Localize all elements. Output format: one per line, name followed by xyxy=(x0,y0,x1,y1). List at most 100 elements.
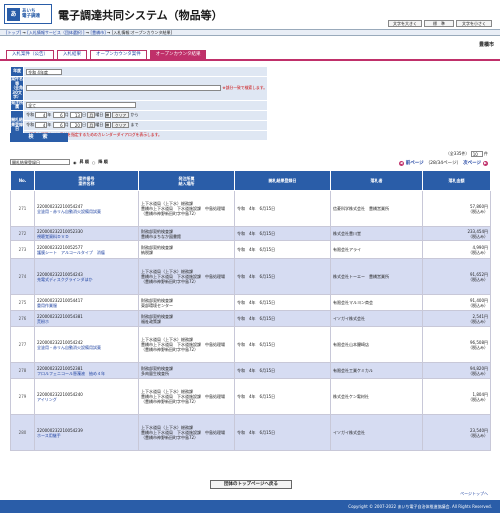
system-title: 電子調達共同システム（物品等） xyxy=(58,9,223,22)
sort-asc-radio[interactable]: ◉ xyxy=(73,160,77,165)
col-item: 案件番号 案件名称 xyxy=(34,170,139,191)
tab-bid-result[interactable]: 入札結果 xyxy=(57,50,87,59)
breadcrumb: [トップ] → [入札情報サービス（団体選択）] → [豊橋市] → [入札情報… xyxy=(0,29,500,36)
name-input[interactable] xyxy=(26,85,222,92)
next-page-link[interactable]: 次ページ xyxy=(463,160,481,166)
dept-select[interactable]: 全て xyxy=(26,102,137,108)
row-name-link[interactable]: アイリング xyxy=(37,397,136,402)
breadcrumb-current: [入札情報:オープンカウンタ結果] xyxy=(111,30,173,35)
row-winner: イソガイ株式会社 xyxy=(330,310,423,327)
row-date: 令和 4年 6月15日 xyxy=(234,258,331,295)
row-tax: （税込み） xyxy=(468,233,488,239)
from-year[interactable]: 4 xyxy=(35,112,48,118)
name-note: ※部分一致で検索します。 xyxy=(222,85,267,91)
table-row: 275 220000232210054417 重用作業服 財務部契約検査課 東部環境セン… xyxy=(10,294,491,311)
row-place: 豊橋市上下水道局 下水道施設課 中島処理場（豊橋市神野新田町字中島72） xyxy=(141,342,225,352)
row-name-link[interactable]: 全塗用・赤リん自動消火設備用試薬 xyxy=(37,345,136,350)
row-tax: （税込み） xyxy=(468,302,488,308)
pager: ◀ 前ページ （28/34ページ） 次ページ ▶ xyxy=(398,160,488,166)
next-page-icon[interactable]: ▶ xyxy=(483,160,488,166)
from-day[interactable]: 13 xyxy=(69,112,82,118)
row-name-link[interactable]: 重用作業服 xyxy=(37,303,136,308)
row-tax: （税込み） xyxy=(468,208,488,214)
row-tax: （税込み） xyxy=(468,276,488,282)
to-day[interactable]: 20 xyxy=(69,122,82,128)
to-clear-button[interactable]: クリア xyxy=(111,122,130,128)
dept-label: 発注所属 xyxy=(9,99,25,111)
breadcrumb-municipality[interactable]: [豊橋市] xyxy=(91,30,106,35)
tab-open-counter[interactable]: オープンカウンタ案件 xyxy=(90,50,147,59)
row-tax: （税込み） xyxy=(468,396,488,402)
results-table: No. 案件番号 案件名称 発注所属 納入場所 開札結果登録日 落札者 落札金額… xyxy=(10,170,491,451)
row-no: 272 xyxy=(10,226,35,241)
to-month[interactable]: 6 xyxy=(52,122,65,128)
sort-controls: 開札結果登録日 ◉ 昇 順 ○ 降 順 xyxy=(10,159,108,165)
search-button[interactable]: 検 索 xyxy=(10,133,68,142)
font-normal-button[interactable]: 標 準 xyxy=(424,20,454,27)
row-place: 豊橋市まちなか図書館 xyxy=(141,233,181,239)
table-row: 278 220000232210052381 フロルフェニコール懸濁液 抽め４年 財務… xyxy=(10,362,491,379)
table-row: 273 220000232210052577 護膜シート アルコールタイプ 消瘤 財務… xyxy=(10,240,491,259)
from-clear-button[interactable]: クリア xyxy=(111,112,130,118)
row-place: 東部環境センター xyxy=(141,302,173,308)
row-no: 274 xyxy=(10,258,35,295)
col-dept: 発注所属 納入場所 xyxy=(138,170,235,191)
table-row: 271 220000232210054247 全塗用・赤リん自動消火設備用試薬 上下水… xyxy=(10,190,491,227)
row-winner: 信菱科学株式会社 豊橋営業所 xyxy=(330,190,423,227)
font-small-button[interactable]: 文字を小さく xyxy=(456,20,492,27)
row-place: 豊橋市上下水道局 下水道施設課 中島処理場（豊橋市神野新田町字中島72） xyxy=(141,206,225,216)
tab-bar: 入札案件（公告） 入札結果 オープンカウンタ案件 オープンカウンタ結果 xyxy=(6,50,207,59)
row-date: 令和 4年 6月15日 xyxy=(234,190,331,227)
row-name-link[interactable]: 護膜シート アルコールタイプ 消瘤 xyxy=(37,250,136,255)
row-tax: （税込み） xyxy=(468,249,488,255)
sort-select[interactable]: 開札結果登録日 xyxy=(10,159,70,165)
prev-page-icon[interactable]: ◀ xyxy=(398,160,404,166)
row-winner: 有限会社工業ケミカル xyxy=(330,362,423,379)
logo-mark: あ xyxy=(7,7,20,21)
row-no: 271 xyxy=(10,190,35,227)
row-no: 275 xyxy=(10,294,35,311)
row-name-link[interactable]: 充電式ディスクグラインダほか xyxy=(37,277,136,282)
row-name-link[interactable]: 全塗用・赤リん自動消火設備用試薬 xyxy=(37,209,136,214)
breadcrumb-top[interactable]: [トップ] xyxy=(6,30,21,35)
row-name-link[interactable]: ホース用継手 xyxy=(37,433,136,438)
row-date: 令和 4年 6月15日 xyxy=(234,310,331,327)
row-date: 令和 4年 6月15日 xyxy=(234,414,331,451)
to-year[interactable]: 4 xyxy=(35,122,48,128)
tab-open-counter-result[interactable]: オープンカウンタ結果 xyxy=(149,50,207,59)
year-select[interactable]: 令和 4年度 xyxy=(26,68,63,75)
row-place: 福祉政策課 xyxy=(141,318,161,324)
back-to-top-button[interactable]: 団体のトップページへ戻る xyxy=(210,480,292,489)
calendar-icon[interactable]: ▦ xyxy=(104,122,111,128)
footer: Copyright © 2007-2022 あいち電子自治体推進協議会. All… xyxy=(0,500,500,513)
per-page-select[interactable]: 10 xyxy=(470,151,483,157)
row-no: 278 xyxy=(10,362,35,379)
font-large-button[interactable]: 文字を大きく xyxy=(388,20,422,27)
col-amount: 落札金額 xyxy=(422,170,491,191)
row-no: 277 xyxy=(10,326,35,363)
row-no: 279 xyxy=(10,378,35,415)
col-no: No. xyxy=(10,170,35,191)
page-top-link[interactable]: ページトップへ xyxy=(460,491,488,497)
header: あ あいち 電子調達 電子調達共同システム（物品等） 文字を大きく 標 準 文字を… xyxy=(0,0,500,28)
breadcrumb-service[interactable]: [入札情報サービス（団体選択）] xyxy=(27,30,84,35)
row-name-link[interactable]: 視聴覚資料ＤＶＤ xyxy=(37,234,136,239)
row-name-link[interactable]: フロルフェニコール懸濁液 抽め４年 xyxy=(37,371,136,376)
row-no: 280 xyxy=(10,414,35,451)
table-row: 274 220000232210054243 充電式ディスクグラインダほか 上下水道局… xyxy=(10,258,491,295)
calendar-icon[interactable]: ▦ xyxy=(104,112,111,118)
tab-underline xyxy=(0,59,500,61)
municipality-name: 豊橋市 xyxy=(478,42,494,48)
sort-desc-radio[interactable]: ○ xyxy=(92,160,96,165)
prev-page-link[interactable]: 前ページ xyxy=(406,160,424,166)
row-winner: 有限会社マルヨン商会 xyxy=(330,294,423,311)
table-row: 277 220000232210054242 全塗用・赤リん自動消火設備用試薬 上下水… xyxy=(10,326,491,363)
from-month[interactable]: 6 xyxy=(52,112,65,118)
row-place: 多肉量生検査所 xyxy=(141,370,169,376)
row-tax: （税込み） xyxy=(468,432,488,438)
row-name-link[interactable]: 荒粉ホ xyxy=(37,319,136,324)
logo: あ あいち 電子調達 xyxy=(4,4,52,24)
row-date: 令和 4年 6月15日 xyxy=(234,226,331,241)
col-date: 開札結果登録日 xyxy=(234,170,331,191)
tab-bid-notice[interactable]: 入札案件（公告） xyxy=(6,50,54,59)
